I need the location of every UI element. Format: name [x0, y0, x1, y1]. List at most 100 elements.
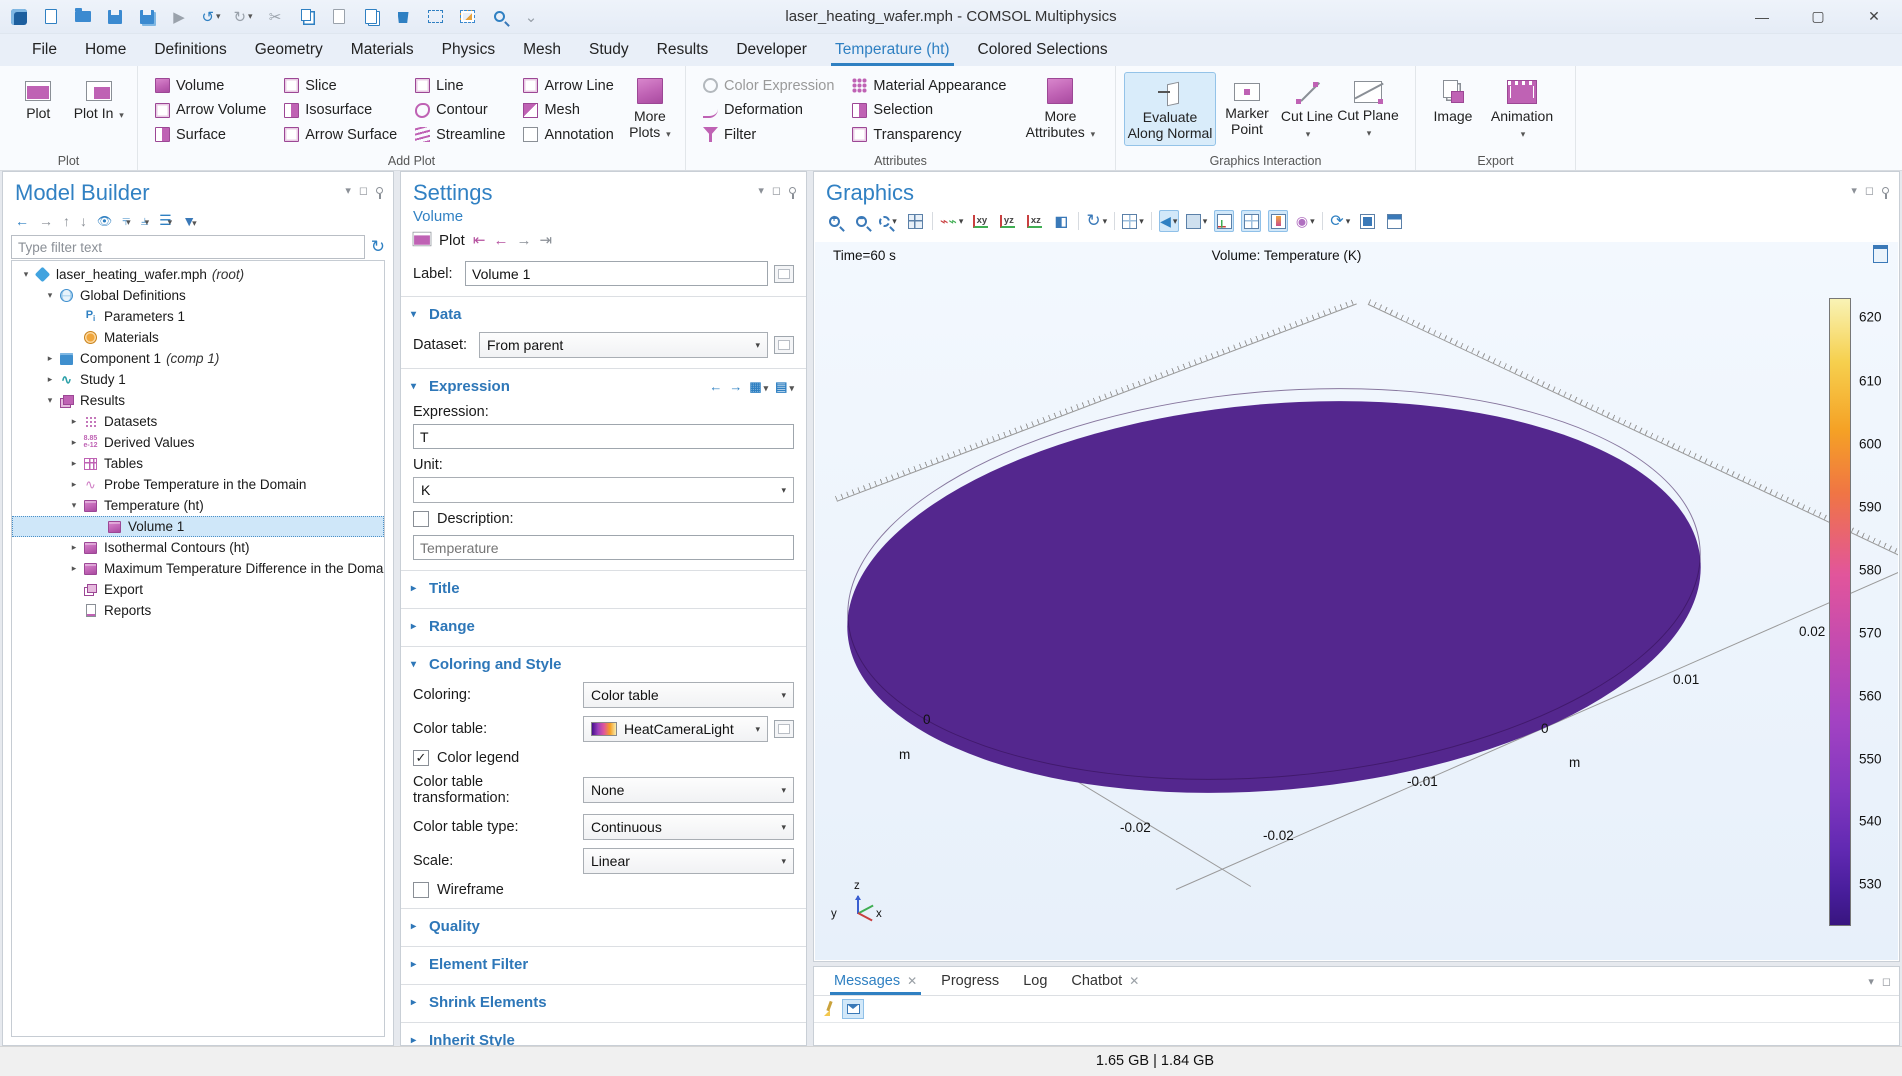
plot-next-icon[interactable]: →	[516, 232, 531, 249]
toggle-color-legend-icon[interactable]	[1268, 210, 1288, 232]
snapshot-icon[interactable]	[1357, 210, 1377, 232]
close-button[interactable]: ✕	[1846, 0, 1902, 34]
model-tree-nodes-icon[interactable]: ☰▾	[159, 212, 172, 229]
section-element-filter[interactable]: ▸Element Filter	[401, 949, 806, 978]
marker-point-button[interactable]: Marker Point	[1216, 72, 1278, 146]
cut-icon[interactable]: ✂	[266, 8, 284, 26]
toggle-grid-icon[interactable]	[1241, 210, 1261, 232]
tree-item-derived-values[interactable]: ▸8.85e-12Derived Values	[12, 432, 384, 453]
panel-float-icon[interactable]: ◻	[1882, 975, 1891, 988]
tree-item-temperature-ht[interactable]: ▾Temperature (ht)	[12, 495, 384, 516]
view-xz-icon[interactable]: xz	[1024, 210, 1044, 232]
rename-icon[interactable]	[774, 265, 794, 283]
go-to-default-view-icon[interactable]: ⌁⌁▾	[940, 210, 963, 232]
settings-plot-button[interactable]: Plot	[439, 232, 465, 249]
contour-button[interactable]: Contour	[410, 99, 510, 122]
transparency-toggle-icon[interactable]: ◀▾	[1159, 210, 1179, 232]
panel-menu-icon[interactable]: ▾	[1868, 975, 1874, 988]
paste-icon[interactable]	[330, 8, 348, 26]
tab-mesh[interactable]: Mesh	[509, 34, 575, 66]
search-icon[interactable]	[490, 8, 508, 26]
more-plots-button[interactable]: More Plots ▾	[623, 72, 677, 146]
section-coloring-and-style[interactable]: ▾Coloring and Style	[401, 649, 806, 678]
plot-area[interactable]: Time=60 s Volume: Temperature (K) 0 m -0…	[815, 242, 1898, 960]
animation-button[interactable]: Animation▾	[1482, 72, 1562, 146]
rotate-view-icon[interactable]: ↻▾	[1086, 210, 1107, 232]
move-up-icon[interactable]: ↑	[63, 213, 70, 229]
maximize-button[interactable]: ▢	[1790, 0, 1846, 34]
run-icon[interactable]: ▶	[170, 8, 188, 26]
zoom-box-icon[interactable]: ▾	[878, 210, 898, 232]
orthographic-projection-icon[interactable]: ◧	[1051, 210, 1071, 232]
panel-menu-icon[interactable]: ▾	[1851, 184, 1857, 197]
section-range[interactable]: ▸Range	[401, 611, 806, 640]
duplicate-icon[interactable]	[362, 8, 380, 26]
tab-physics[interactable]: Physics	[428, 34, 509, 66]
description-input[interactable]	[413, 535, 794, 560]
tree-item-parameters[interactable]: PiParameters 1	[12, 306, 384, 327]
tree-item-global-definitions[interactable]: ▾Global Definitions	[12, 285, 384, 306]
tab-log[interactable]: Log	[1011, 967, 1059, 995]
tree-item-study[interactable]: ▸∿Study 1	[12, 369, 384, 390]
plot-button[interactable]: Plot	[8, 72, 69, 146]
panel-float-icon[interactable]: ◻	[772, 184, 781, 197]
scene-light-icon[interactable]: ▾	[1122, 210, 1144, 232]
undo-icon[interactable]: ↺▾	[202, 8, 220, 26]
zoom-out-icon[interactable]: −	[851, 210, 871, 232]
tree-item-results[interactable]: ▾Results	[12, 390, 384, 411]
tab-messages[interactable]: Messages✕	[822, 967, 929, 995]
tab-definitions[interactable]: Definitions	[140, 34, 240, 66]
tree-item-datasets[interactable]: ▸Datasets	[12, 411, 384, 432]
replace-expression-icon[interactable]: ▦▾	[749, 379, 768, 395]
arrow-volume-button[interactable]: Arrow Volume	[150, 99, 271, 122]
color-table-transformation-dropdown[interactable]: None▾	[583, 777, 794, 803]
tab-progress[interactable]: Progress	[929, 967, 1011, 995]
section-expression[interactable]: ▾Expression ← → ▦▾ ▤▾	[401, 371, 806, 400]
refresh-icon[interactable]: ↻	[371, 237, 385, 257]
deformation-button[interactable]: Deformation	[698, 99, 839, 122]
slice-button[interactable]: Slice	[279, 74, 402, 97]
label-input[interactable]	[465, 261, 768, 286]
new-file-icon[interactable]	[42, 8, 60, 26]
tree-filter-input[interactable]	[11, 235, 365, 259]
tab-study[interactable]: Study	[575, 34, 643, 66]
plot-image-icon[interactable]	[1873, 245, 1888, 263]
select-box-icon[interactable]	[426, 8, 444, 26]
section-shrink-elements[interactable]: ▸Shrink Elements	[401, 987, 806, 1016]
panel-pin-icon[interactable]	[789, 187, 796, 194]
transparency-button[interactable]: Transparency	[847, 123, 1011, 146]
arrow-surface-button[interactable]: Arrow Surface	[279, 123, 402, 146]
evaluate-along-normal-button[interactable]: Evaluate Along Normal	[1124, 72, 1216, 146]
dataset-dropdown[interactable]: From parent▾	[479, 332, 768, 358]
expression-input[interactable]	[413, 424, 794, 449]
customize-toolbar-icon[interactable]: ⌄	[522, 8, 540, 26]
wireframe-checkbox[interactable]	[413, 882, 429, 898]
minimize-button[interactable]: —	[1734, 0, 1790, 34]
tree-item-reports[interactable]: Reports	[12, 600, 384, 621]
panel-float-icon[interactable]: ◻	[1865, 184, 1874, 197]
section-title[interactable]: ▸Title	[401, 573, 806, 602]
select-mode-icon[interactable]: ▾	[1186, 210, 1208, 232]
description-checkbox[interactable]	[413, 511, 429, 527]
tree-item-root[interactable]: ▾laser_heating_wafer.mph(root)	[12, 264, 384, 285]
tab-chatbot[interactable]: Chatbot✕	[1059, 967, 1151, 995]
tree-filter-icon[interactable]: ▼▾	[182, 213, 196, 229]
streamline-button[interactable]: Streamline	[410, 123, 510, 146]
panel-float-icon[interactable]: ◻	[359, 184, 368, 197]
tab-materials[interactable]: Materials	[337, 34, 428, 66]
save-icon[interactable]	[106, 8, 124, 26]
zoom-in-icon[interactable]: +	[824, 210, 844, 232]
scale-dropdown[interactable]: Linear▾	[583, 848, 794, 874]
tree-item-probe-temperature[interactable]: ▸∿Probe Temperature in the Domain	[12, 474, 384, 495]
plot-previous-icon[interactable]: ←	[493, 232, 508, 249]
view-yz-icon[interactable]: yz	[997, 210, 1017, 232]
tree-item-component[interactable]: ▸Component 1(comp 1)	[12, 348, 384, 369]
update-plot-icon[interactable]: ⟳▾	[1330, 210, 1350, 232]
isosurface-button[interactable]: Isosurface	[279, 99, 402, 122]
tree-item-max-temperature-difference[interactable]: ▸Maximum Temperature Difference in the D…	[12, 558, 384, 579]
close-tab-icon[interactable]: ✕	[907, 974, 917, 988]
color-table-dropdown[interactable]: HeatCameraLight▾	[583, 716, 768, 742]
tab-file[interactable]: File	[18, 34, 71, 66]
arrow-line-button[interactable]: Arrow Line	[518, 74, 618, 97]
cut-line-button[interactable]: Cut Line ▾	[1278, 72, 1336, 146]
